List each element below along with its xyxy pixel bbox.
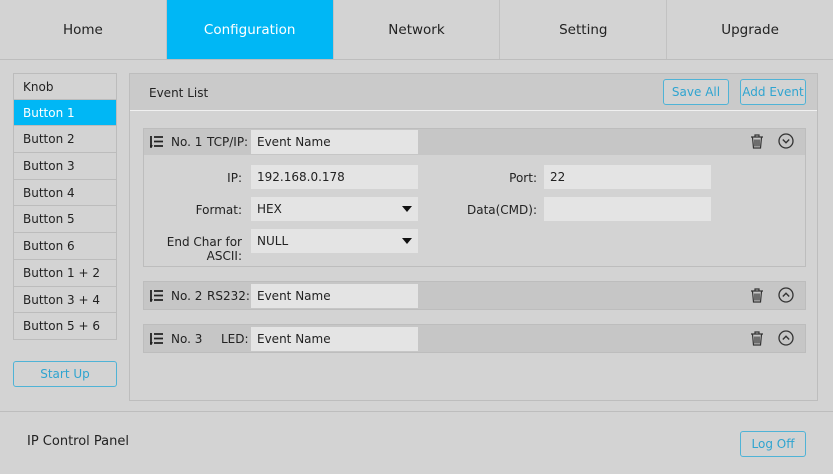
add-event-button[interactable]: Add Event: [740, 79, 806, 105]
format-label: Format:: [195, 203, 242, 217]
footer-title: IP Control Panel: [27, 434, 130, 449]
tab-configuration[interactable]: Configuration: [166, 0, 334, 59]
sidebar-item-button-6[interactable]: Button 6: [13, 233, 117, 260]
sidebar: Knob Button 1 Button 2 Button 3 Button 4…: [13, 73, 117, 340]
data-cmd-input[interactable]: [544, 197, 711, 221]
event-number: No. 1: [171, 135, 203, 149]
chevron-up-icon[interactable]: [778, 287, 794, 303]
panel-title: Event List: [149, 86, 209, 100]
event-type: TCP/IP:: [207, 135, 249, 149]
event-number: No. 3: [171, 332, 203, 346]
dropdown-caret-icon: [402, 238, 412, 244]
tab-network[interactable]: Network: [334, 0, 501, 59]
start-up-button[interactable]: Start Up: [13, 361, 117, 387]
chevron-down-icon[interactable]: [778, 133, 794, 149]
port-label: Port:: [509, 171, 537, 185]
event-name-input[interactable]: Event Name: [251, 130, 418, 154]
end-char-select[interactable]: NULL: [251, 229, 418, 253]
sidebar-item-button-4[interactable]: Button 4: [13, 179, 117, 207]
dropdown-caret-icon: [402, 206, 412, 212]
drag-list-icon[interactable]: [150, 332, 164, 345]
trash-icon[interactable]: [750, 134, 764, 149]
panel-header: Event List Save All Add Event: [130, 74, 817, 111]
ip-input[interactable]: 192.168.0.178: [251, 165, 418, 189]
tab-setting[interactable]: Setting: [500, 0, 668, 59]
ip-label: IP:: [227, 171, 242, 185]
event-header: No. 2 RS232: Event Name: [144, 282, 805, 309]
sidebar-item-knob[interactable]: Knob: [13, 73, 117, 100]
event-name-input[interactable]: Event Name: [251, 327, 418, 351]
sidebar-item-button-1[interactable]: Button 1: [13, 99, 117, 127]
sidebar-item-button-3-4[interactable]: Button 3 + 4: [13, 286, 117, 314]
event-header: No. 3 LED: Event Name: [144, 325, 805, 352]
trash-icon[interactable]: [750, 288, 764, 303]
sidebar-item-button-5-6[interactable]: Button 5 + 6: [13, 313, 117, 340]
tab-upgrade[interactable]: Upgrade: [667, 0, 833, 59]
event-item: No. 2 RS232: Event Name: [143, 281, 806, 310]
save-all-button[interactable]: Save All: [663, 79, 729, 105]
format-select[interactable]: HEX: [251, 197, 418, 221]
trash-icon[interactable]: [750, 331, 764, 346]
port-input[interactable]: 22: [544, 165, 711, 189]
footer-divider: [0, 411, 833, 412]
drag-list-icon[interactable]: [150, 289, 164, 302]
sidebar-item-button-3[interactable]: Button 3: [13, 153, 117, 180]
data-cmd-label: Data(CMD):: [466, 203, 537, 217]
tab-home[interactable]: Home: [0, 0, 167, 59]
top-nav: Home Configuration Network Setting Upgra…: [0, 0, 833, 60]
event-item: No. 1 TCP/IP: Event Name IP: 192.168.0.1…: [143, 128, 806, 267]
event-item: No. 3 LED: Event Name: [143, 324, 806, 353]
event-number: No. 2: [171, 289, 203, 303]
sidebar-item-button-1-2[interactable]: Button 1 + 2: [13, 259, 117, 287]
end-char-label: End Char for ASCII:: [166, 235, 242, 263]
chevron-up-icon[interactable]: [778, 330, 794, 346]
event-type: RS232:: [207, 289, 250, 303]
log-off-button[interactable]: Log Off: [740, 431, 806, 457]
format-value: HEX: [257, 202, 282, 216]
event-header: No. 1 TCP/IP: Event Name: [144, 129, 805, 155]
event-list-panel: Event List Save All Add Event No. 1 TCP/…: [129, 73, 818, 401]
event-type: LED:: [221, 332, 249, 346]
sidebar-item-button-2[interactable]: Button 2: [13, 126, 117, 154]
drag-list-icon[interactable]: [150, 135, 164, 148]
event-name-input[interactable]: Event Name: [251, 284, 418, 308]
end-char-value: NULL: [257, 234, 289, 248]
sidebar-item-button-5[interactable]: Button 5: [13, 206, 117, 234]
